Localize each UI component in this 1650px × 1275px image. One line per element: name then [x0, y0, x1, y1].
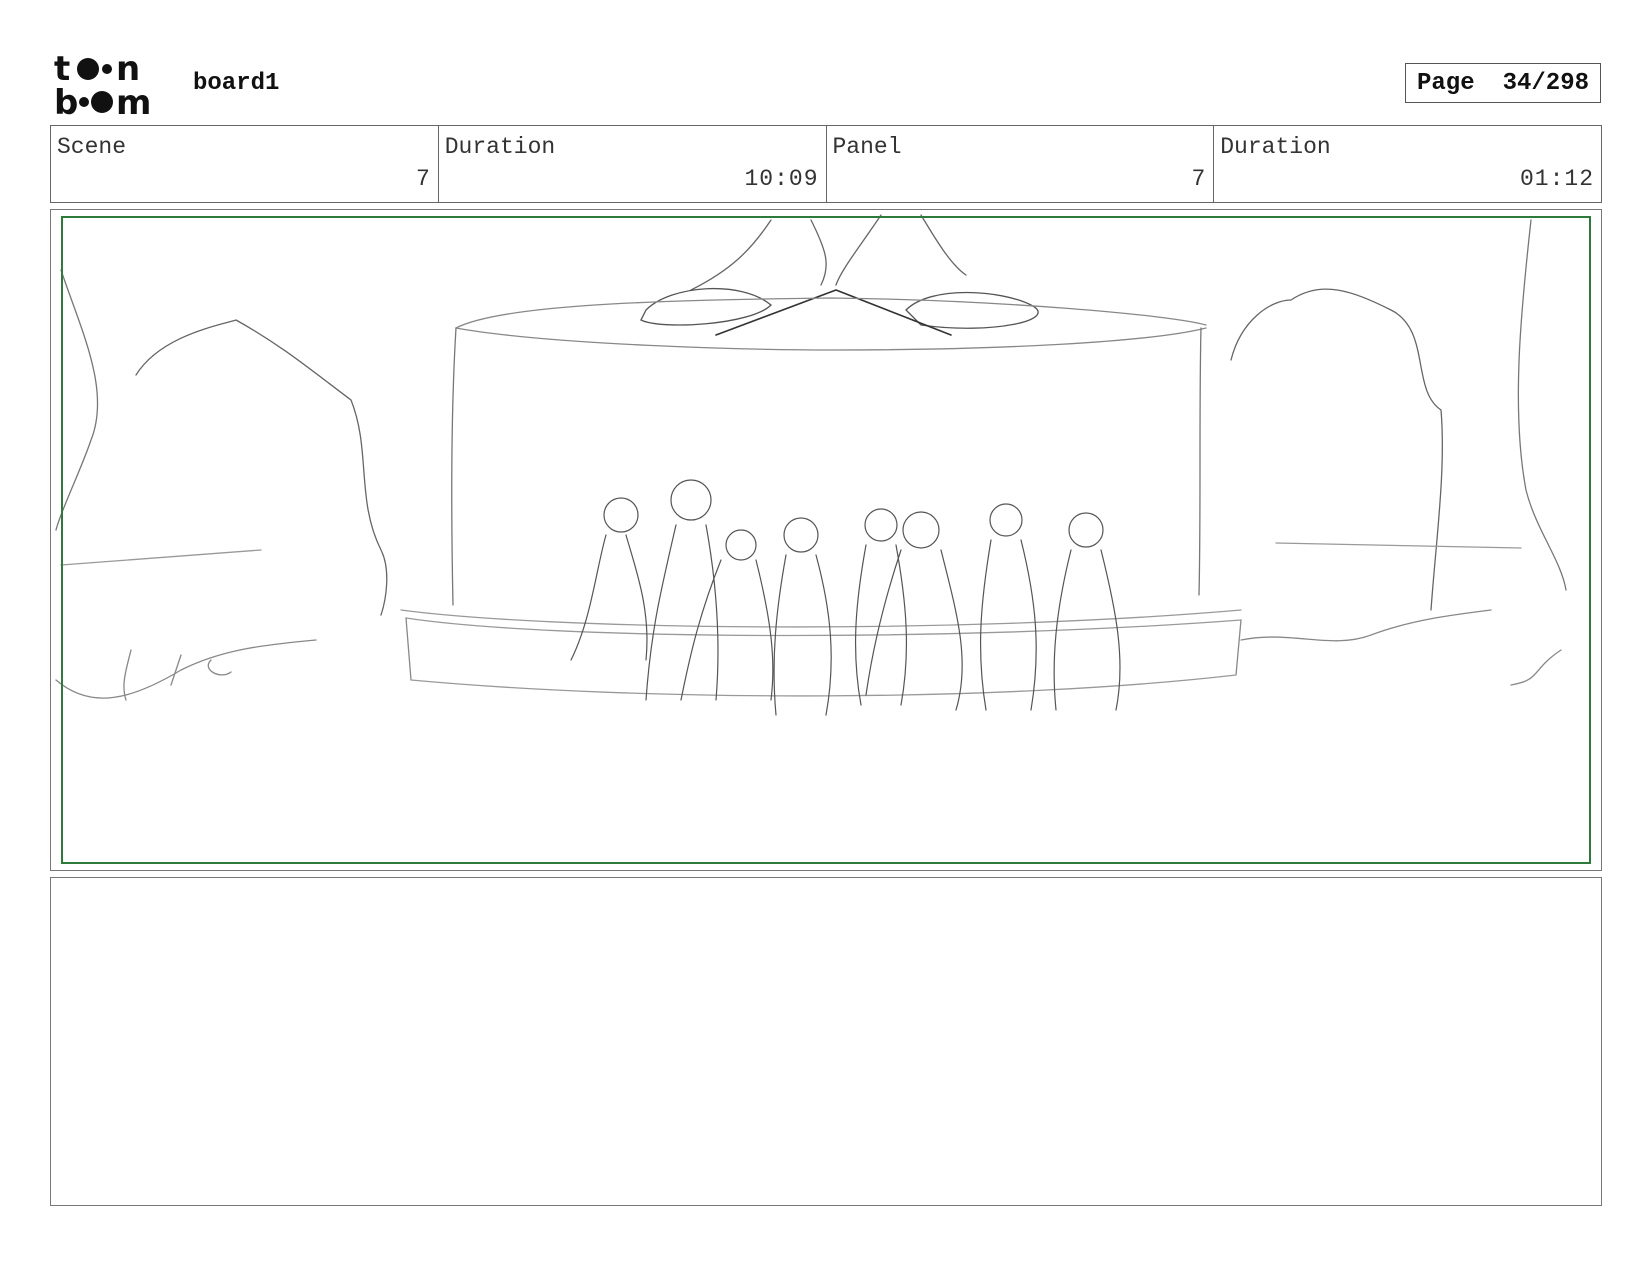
svg-text:b: b — [54, 83, 78, 118]
toon-boom-logo-icon: t n b m — [54, 52, 151, 118]
page-indicator: Page 34/298 — [1405, 63, 1601, 103]
panel-value: 7 — [1191, 166, 1207, 192]
panel-label: Panel — [832, 134, 902, 160]
safe-area-frame — [61, 216, 1591, 864]
panel-info-row: Scene 7 Duration 10:09 Panel 7 Duration … — [50, 125, 1602, 203]
scene-duration-value: 10:09 — [744, 166, 819, 192]
toon-boom-logo: t n b m — [54, 52, 172, 118]
page-number: 34/298 — [1502, 69, 1590, 97]
scene-label: Scene — [57, 134, 127, 160]
panel-cell: Panel 7 — [827, 126, 1215, 202]
panel-notes-area[interactable] — [50, 877, 1602, 1206]
scene-duration-cell: Duration 10:09 — [439, 126, 827, 202]
scene-duration-label: Duration — [444, 134, 556, 160]
svg-text:m: m — [116, 83, 151, 118]
scene-cell: Scene 7 — [51, 126, 439, 202]
panel-duration-cell: Duration 01:12 — [1214, 126, 1601, 202]
page-label: Page — [1416, 69, 1475, 97]
storyboard-panel-image[interactable] — [50, 209, 1602, 871]
panel-duration-label: Duration — [1220, 134, 1331, 160]
board-title: board1 — [193, 70, 280, 97]
scene-value: 7 — [415, 166, 431, 192]
panel-duration-value: 01:12 — [1519, 166, 1594, 192]
